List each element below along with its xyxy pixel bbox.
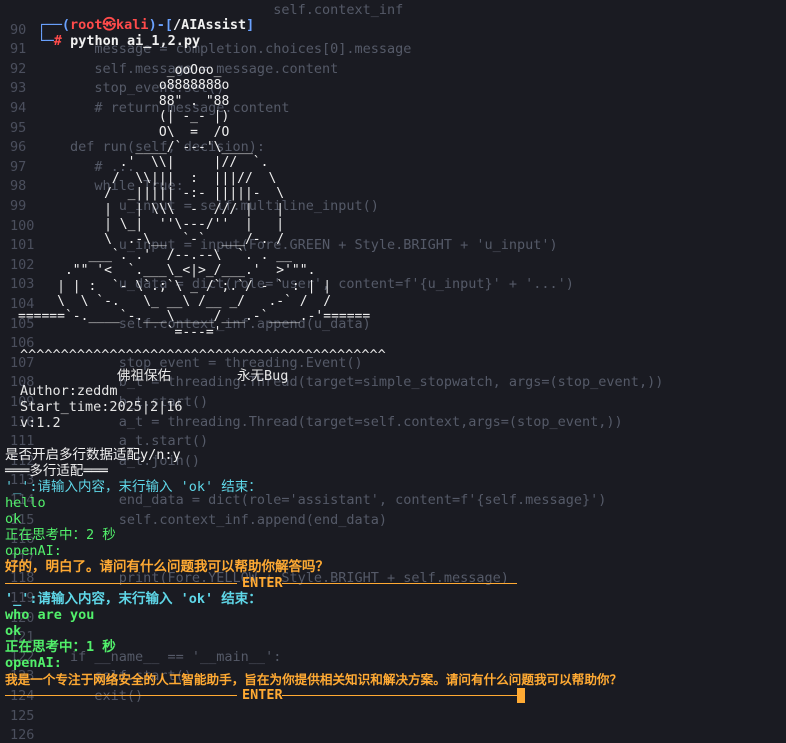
- ai-label-2: openAI:: [5, 655, 62, 671]
- blessing-right: 永无Bug: [237, 368, 289, 384]
- enter-divider-2: ENTER: [5, 687, 517, 704]
- blessing-left: 佛祖保佑: [117, 368, 171, 384]
- command-text: python ai_1,2.py: [70, 33, 201, 49]
- input-prompt-1: '_':请输入内容，末行输入 'ok' 结束：: [5, 479, 262, 495]
- version-line: v:1.2: [20, 415, 61, 431]
- ai-reply-2: 我是一个专注于网络安全的人工智能助手，旨在为你提供相关知识和解决方案。请问有什么…: [5, 672, 623, 687]
- multiline-question: 是否开启多行数据适配y/n:y: [5, 447, 181, 463]
- background-code-line: 126: [10, 727, 70, 743]
- start-time-line: Start_time:2025|2|16: [20, 399, 183, 415]
- ascii-art-line: `=---=': [18, 324, 222, 340]
- thinking-status-1: 正在思考中：2 秒: [5, 527, 116, 543]
- user-input-line: ok: [5, 623, 22, 639]
- ai-reply-1: 好的，明白了。请问有什么问题我可以帮助你解答吗？: [5, 559, 329, 575]
- ai-label-1: openAI:: [5, 543, 62, 559]
- enter-divider-1: ENTER: [5, 575, 517, 592]
- shell-command-line: └─# python ai_1,2.py: [37, 33, 201, 49]
- thinking-status-2: 正在思考中：1 秒: [5, 639, 116, 655]
- caret-line: ^^^^^^^^^^^^^^^^^^^^^^^^^^^^^^^^^^^^^^^^…: [20, 347, 386, 363]
- user-input-line: hello: [5, 495, 46, 511]
- user-input-line: who are you: [5, 607, 95, 623]
- author-line: Author:zeddm: [20, 383, 118, 399]
- line-number: 126: [10, 727, 35, 743]
- terminal-window[interactable]: ┌──(root㉿kali)-[/AIAssist] └─# python ai…: [0, 0, 786, 710]
- multiline-header: ═══多行适配═══: [5, 463, 108, 479]
- input-prompt-2: '_':请输入内容，末行输入 'ok' 结束：: [5, 591, 262, 607]
- terminal-cursor[interactable]: [517, 688, 525, 703]
- user-input-line: ok: [5, 511, 22, 527]
